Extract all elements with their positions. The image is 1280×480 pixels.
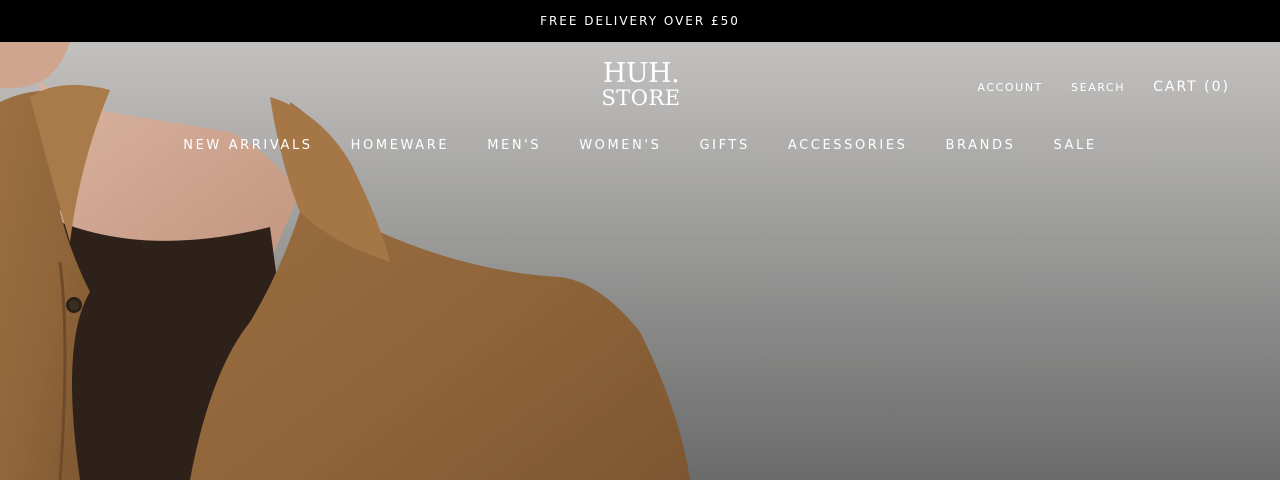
nav-item-womens[interactable]: WOMEN'S — [579, 138, 661, 153]
nav-item-brands[interactable]: BRANDS — [946, 138, 1016, 153]
nav-item-gifts[interactable]: GIFTS — [699, 138, 749, 153]
main-navigation: NEW ARRIVALS HOMEWARE MEN'S WOMEN'S GIFT… — [0, 138, 1280, 153]
cart-link[interactable]: CART (0) — [1153, 79, 1230, 95]
logo-line-2: STORE — [601, 86, 681, 110]
store-logo[interactable]: HUH. STORE — [601, 60, 681, 109]
search-link[interactable]: SEARCH — [1071, 81, 1125, 94]
logo-line-1: HUH. — [602, 58, 680, 89]
nav-item-mens[interactable]: MEN'S — [487, 138, 541, 153]
announcement-bar: FREE DELIVERY OVER £50 — [0, 0, 1280, 42]
nav-item-accessories[interactable]: ACCESSORIES — [788, 138, 908, 153]
site-header: HUH. STORE ACCOUNT SEARCH CART (0) NEW A… — [0, 42, 1280, 172]
nav-item-new-arrivals[interactable]: NEW ARRIVALS — [183, 138, 312, 153]
announcement-text: FREE DELIVERY OVER £50 — [540, 14, 740, 28]
account-link[interactable]: ACCOUNT — [977, 81, 1043, 94]
nav-item-sale[interactable]: SALE — [1053, 138, 1096, 153]
page: FREE DELIVERY OVER £50 HUH. STORE ACCOUN… — [0, 0, 1280, 480]
nav-item-homeware[interactable]: HOMEWARE — [351, 138, 450, 153]
header-links: ACCOUNT SEARCH CART (0) — [977, 79, 1230, 95]
